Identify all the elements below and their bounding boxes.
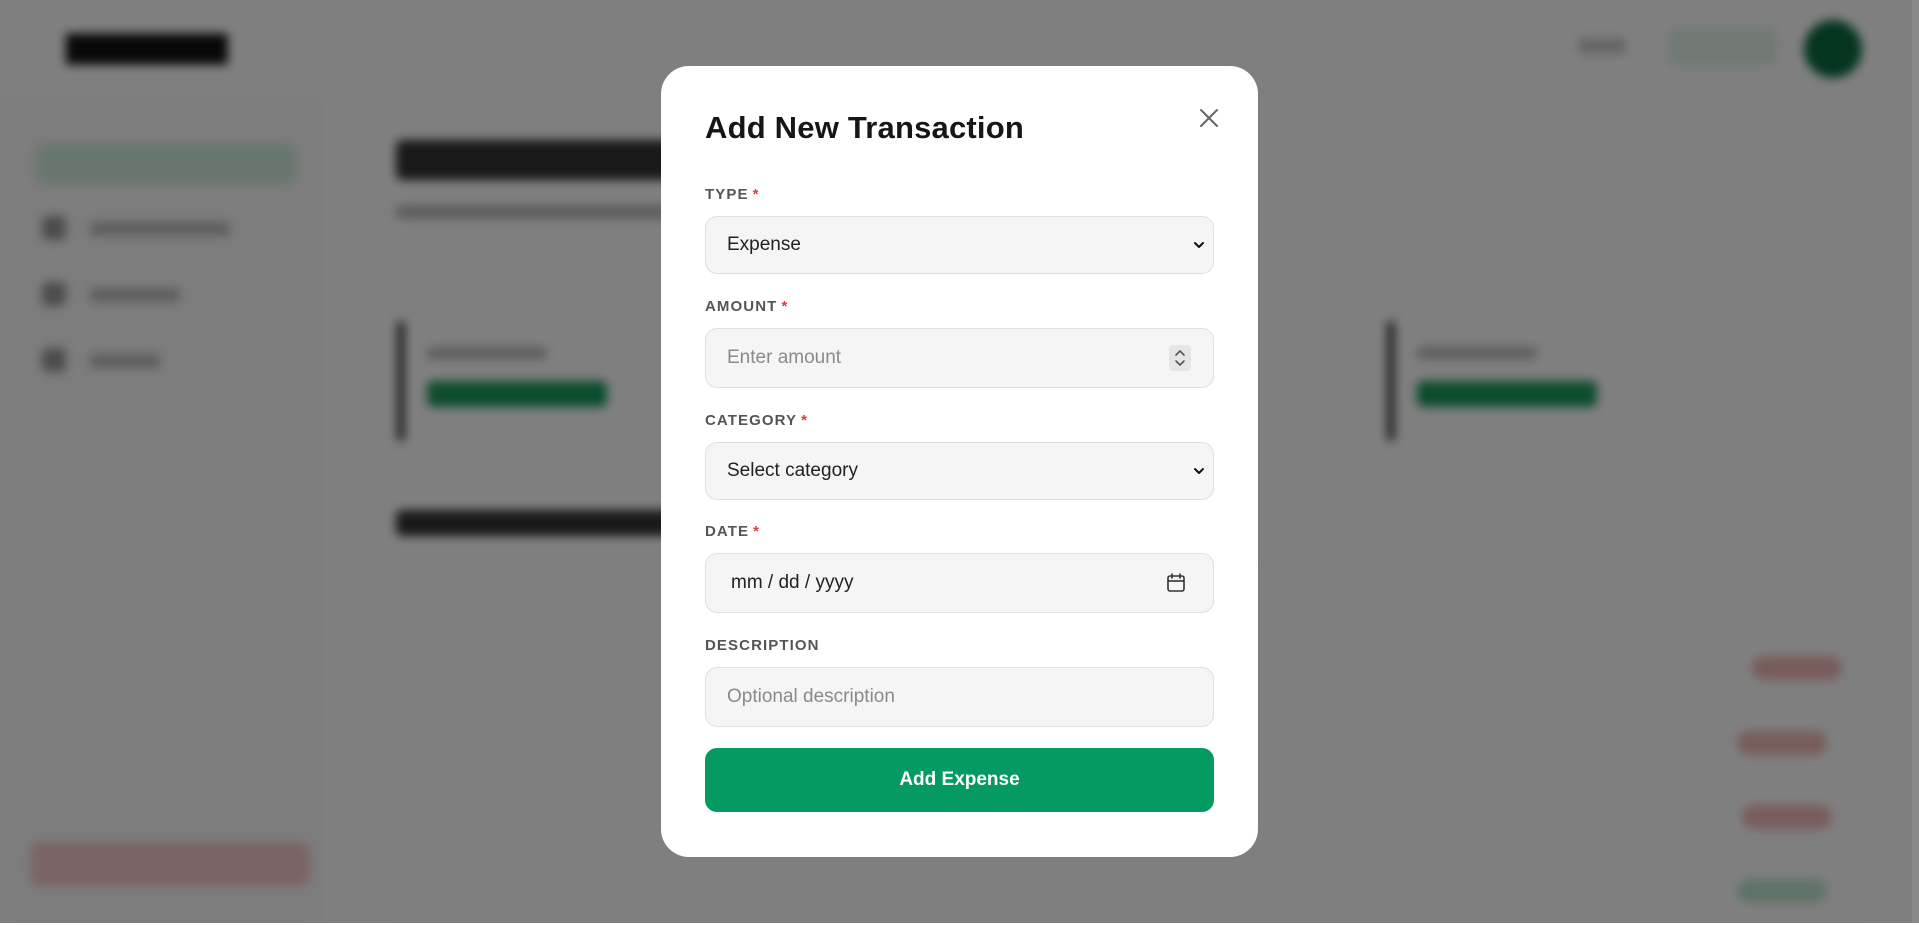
date-input[interactable]: mm / dd / yyyy xyxy=(705,553,1214,613)
required-marker: * xyxy=(781,298,789,315)
amount-input[interactable]: Enter amount xyxy=(705,328,1214,388)
description-label: DESCRIPTION xyxy=(705,637,820,654)
scrollbar[interactable] xyxy=(1912,0,1919,923)
chevron-down-icon xyxy=(1194,242,1204,248)
spinner-icon[interactable] xyxy=(1169,345,1191,371)
type-selected-value: Expense xyxy=(727,234,801,255)
category-label: CATEGORY * xyxy=(705,412,808,429)
description-input[interactable]: Optional description xyxy=(705,667,1214,727)
type-label: TYPE * xyxy=(705,186,760,203)
amount-label: AMOUNT * xyxy=(705,298,788,315)
close-icon[interactable] xyxy=(1195,104,1223,132)
description-label-text: DESCRIPTION xyxy=(705,637,820,654)
category-label-text: CATEGORY xyxy=(705,412,798,429)
required-marker: * xyxy=(801,412,809,429)
required-marker: * xyxy=(752,186,760,203)
modal-title: Add New Transaction xyxy=(705,110,1025,145)
date-label-text: DATE xyxy=(705,523,750,540)
date-value: mm / dd / yyyy xyxy=(731,572,854,593)
date-label: DATE * xyxy=(705,523,760,540)
description-placeholder: Optional description xyxy=(727,686,895,707)
category-select[interactable]: Select category xyxy=(705,442,1214,500)
required-marker: * xyxy=(753,523,761,540)
amount-placeholder: Enter amount xyxy=(727,347,842,368)
calendar-icon[interactable] xyxy=(1165,572,1187,594)
type-label-text: TYPE xyxy=(705,186,749,203)
add-transaction-modal: Add New Transaction TYPE * Expense AMOUNT… xyxy=(661,66,1258,857)
category-selected-value: Select category xyxy=(727,460,858,481)
add-expense-button[interactable]: Add Expense xyxy=(705,748,1214,812)
chevron-down-icon xyxy=(1194,468,1204,474)
amount-label-text: AMOUNT xyxy=(705,298,778,315)
type-select[interactable]: Expense xyxy=(705,216,1214,274)
